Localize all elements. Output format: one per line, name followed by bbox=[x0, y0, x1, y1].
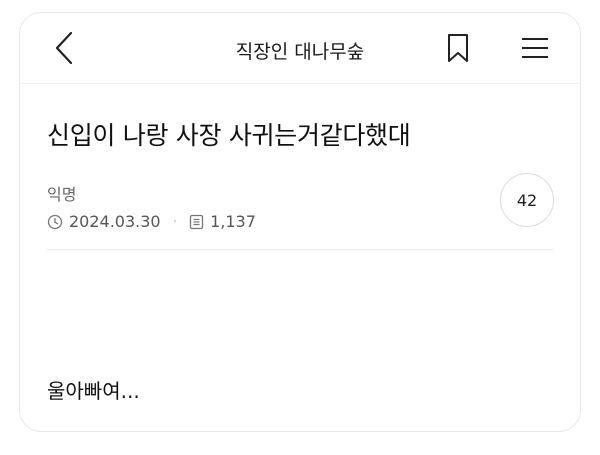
bookmark-button[interactable] bbox=[442, 29, 474, 67]
view-count-icon bbox=[189, 214, 204, 229]
meta-separator: · bbox=[172, 213, 178, 230]
clock-icon bbox=[47, 214, 63, 229]
post-meta: 2024.03.30 · 1,137 bbox=[47, 212, 256, 231]
top-bar: 직장인 대나무숲 bbox=[20, 13, 580, 84]
view-count: 1,137 bbox=[210, 212, 256, 231]
comment-count-button[interactable]: 42 bbox=[500, 173, 554, 227]
post-title: 신입이 나랑 사장 사귀는거같다했대 bbox=[47, 121, 411, 150]
post-author: 익명 bbox=[47, 185, 77, 204]
post-card: 직장인 대나무숲 신입이 나랑 사장 사귀는거같다했대 익명 2024.03.3… bbox=[19, 12, 581, 432]
menu-button[interactable] bbox=[517, 29, 553, 67]
bookmark-icon bbox=[448, 34, 468, 62]
back-button[interactable] bbox=[46, 29, 82, 67]
page-title: 직장인 대나무숲 bbox=[235, 41, 365, 63]
post-date: 2024.03.30 bbox=[69, 212, 161, 231]
content-divider bbox=[47, 249, 553, 250]
post-body: 울아빠여... bbox=[47, 379, 140, 403]
menu-icon bbox=[522, 38, 548, 58]
chevron-left-icon bbox=[55, 31, 73, 65]
